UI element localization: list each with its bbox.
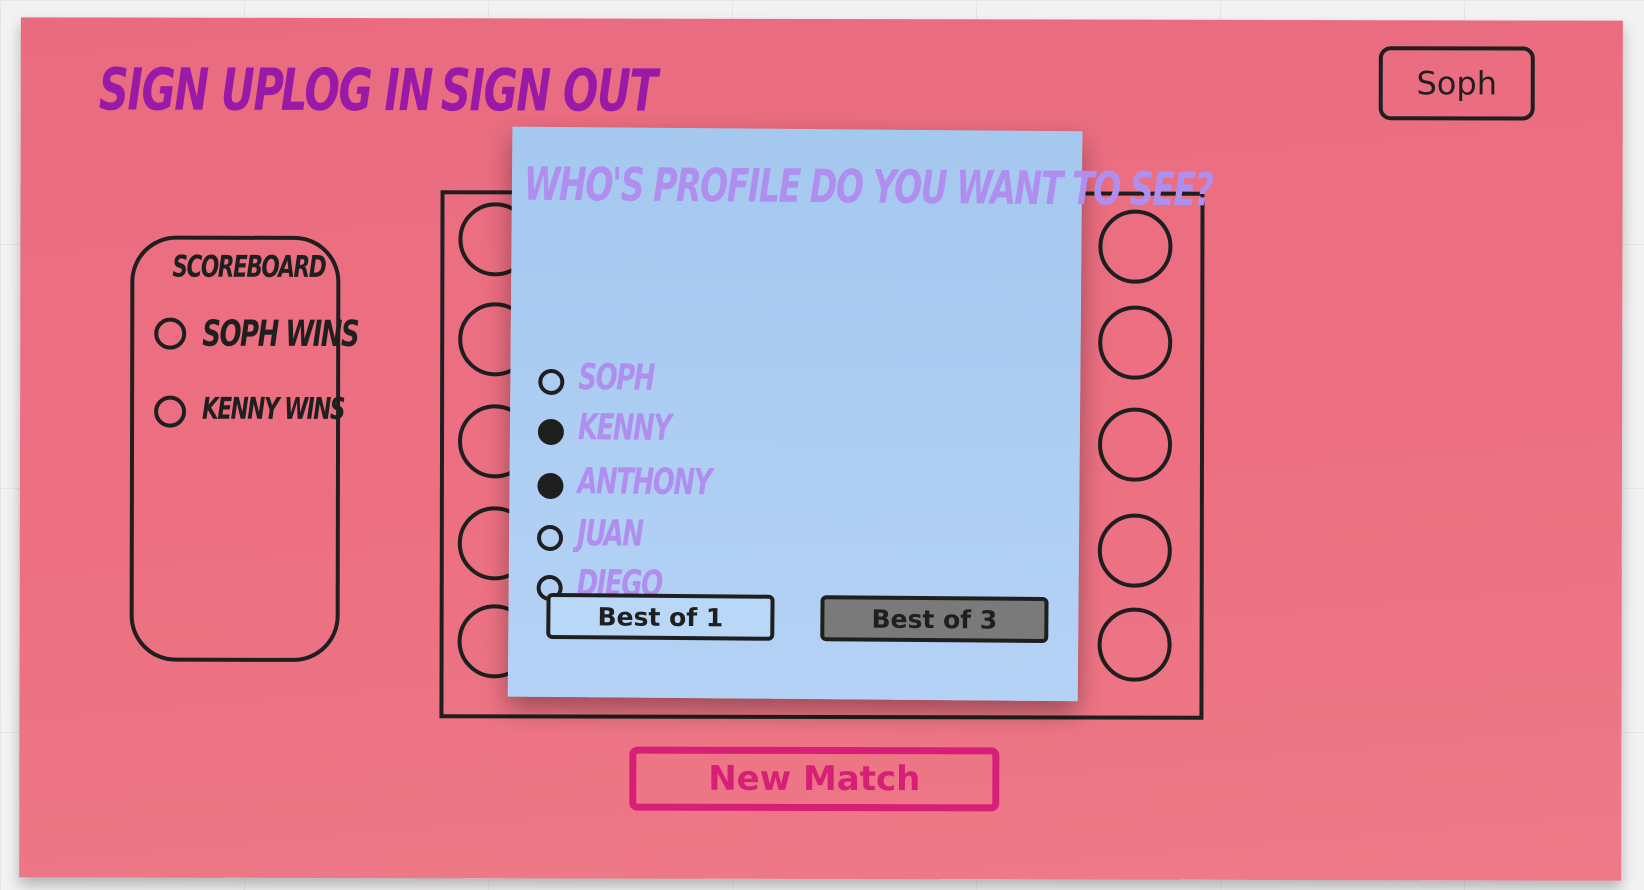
option-label: SOPH <box>578 357 655 399</box>
user-badge[interactable]: Soph <box>1378 46 1535 121</box>
sign-out-link[interactable]: SIGN OUT <box>441 56 657 124</box>
best-of-3-button[interactable]: Best of 3 <box>820 595 1049 644</box>
score-label: SOPH WINS <box>202 313 359 356</box>
profile-picker-modal: WHO'S PROFILE DO YOU WANT TO SEE? SOPH K… <box>507 126 1213 702</box>
radio-icon[interactable] <box>536 524 564 552</box>
scoreboard-title: SCOREBOARD <box>172 249 326 285</box>
win-indicator-icon <box>154 395 187 428</box>
new-match-button[interactable]: New Match <box>629 746 1000 812</box>
win-indicator-icon <box>154 317 187 350</box>
board-slot[interactable] <box>1098 209 1173 284</box>
score-label: KENNY WINS <box>202 391 345 428</box>
radio-icon[interactable] <box>538 368 565 396</box>
option-label: JUAN <box>576 513 643 555</box>
option-label: ANTHONY <box>577 461 712 504</box>
board-slot[interactable] <box>1097 607 1172 682</box>
board-slot[interactable] <box>1097 513 1172 588</box>
option-label: KENNY <box>577 407 671 449</box>
best-of-1-button[interactable]: Best of 1 <box>546 592 775 641</box>
scoreboard: SCOREBOARD SOPH WINS KENNY WINS <box>129 235 358 662</box>
board-slot[interactable] <box>1097 407 1173 482</box>
radio-checked-icon[interactable] <box>537 418 565 446</box>
sticky-board: SIGN UP LOG IN SIGN OUT Soph SCOREBOARD … <box>19 17 1623 881</box>
sign-up-link[interactable]: SIGN UP <box>99 55 283 123</box>
board-slot[interactable] <box>1098 305 1173 380</box>
modal-title: WHO'S PROFILE DO YOU WANT TO SEE? <box>523 156 1213 217</box>
radio-checked-icon[interactable] <box>537 472 564 500</box>
log-in-link[interactable]: LOG IN <box>281 56 432 124</box>
